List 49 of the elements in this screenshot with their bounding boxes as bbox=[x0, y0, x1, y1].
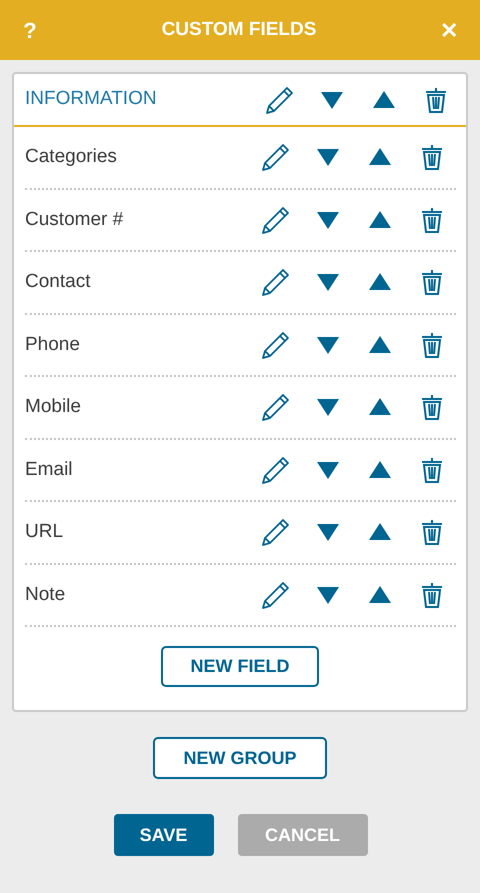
dialog-button[interactable]: SAVE bbox=[114, 814, 214, 856]
down-triangle-icon bbox=[316, 272, 340, 292]
field-label: Mobile bbox=[25, 395, 81, 419]
trash-icon bbox=[425, 86, 447, 112]
trash-icon bbox=[421, 582, 443, 608]
up-triangle-icon bbox=[368, 397, 392, 418]
new-field-button[interactable]: NEW FIELD bbox=[161, 646, 319, 687]
field-label: URL bbox=[25, 520, 64, 544]
down-triangle-icon bbox=[316, 522, 340, 542]
trash-icon bbox=[421, 144, 443, 170]
pencil-icon bbox=[265, 84, 295, 114]
dialog-title: CUSTOM FIELDS bbox=[162, 18, 316, 42]
up-triangle-icon bbox=[368, 460, 392, 480]
down-triangle-icon bbox=[316, 210, 340, 230]
field-label: Phone bbox=[25, 332, 80, 356]
down-triangle-icon bbox=[316, 334, 340, 355]
pencil-icon bbox=[261, 517, 291, 548]
up-triangle-icon bbox=[368, 522, 392, 542]
pencil-icon bbox=[261, 580, 291, 610]
new-group-button[interactable]: NEW GROUP bbox=[153, 737, 327, 779]
down-triangle-icon bbox=[316, 584, 340, 605]
field-label: Contact bbox=[25, 270, 90, 294]
up-triangle-icon bbox=[368, 147, 392, 168]
field-label: Email bbox=[25, 458, 73, 482]
down-triangle-icon bbox=[316, 397, 340, 418]
pencil-icon bbox=[261, 267, 291, 298]
down-triangle-icon bbox=[316, 460, 340, 480]
up-triangle-icon bbox=[368, 334, 392, 355]
up-triangle-icon bbox=[368, 272, 392, 292]
pencil-icon bbox=[261, 454, 291, 485]
trash-icon bbox=[421, 519, 443, 546]
pencil-icon bbox=[261, 330, 291, 360]
trash-icon bbox=[421, 394, 443, 420]
field-label: Customer # bbox=[25, 208, 124, 232]
trash-icon bbox=[421, 269, 443, 296]
field-label: Note bbox=[25, 582, 66, 606]
field-label: Categories bbox=[25, 145, 117, 169]
group-title: INFORMATION bbox=[25, 87, 157, 112]
up-triangle-icon bbox=[368, 584, 392, 605]
pencil-icon bbox=[261, 392, 291, 422]
trash-icon bbox=[421, 332, 443, 358]
down-triangle-icon bbox=[316, 147, 340, 168]
pencil-icon bbox=[261, 204, 291, 235]
pencil-icon bbox=[261, 142, 291, 172]
up-triangle-icon bbox=[372, 90, 396, 110]
trash-icon bbox=[421, 206, 443, 233]
up-triangle-icon bbox=[368, 210, 392, 230]
trash-icon bbox=[421, 456, 443, 483]
down-triangle-icon bbox=[320, 90, 344, 110]
